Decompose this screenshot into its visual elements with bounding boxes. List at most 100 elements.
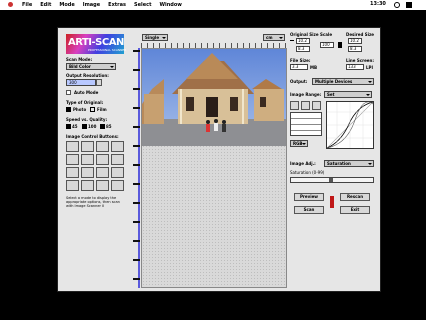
file-size-unit: MB <box>310 65 318 70</box>
desired-width-field[interactable]: 10.2 <box>348 38 362 44</box>
unit-select[interactable]: cm <box>263 34 285 41</box>
line-screen-label: Line Screen: <box>346 58 374 63</box>
measure-tool-icon[interactable] <box>111 167 124 178</box>
speed-option-3-radio[interactable] <box>100 124 105 129</box>
hand-tool-icon[interactable] <box>111 154 124 165</box>
image-control-label: Image Control Buttons: <box>66 134 119 139</box>
speed-quality-label: Speed vs. Quality: <box>66 117 108 122</box>
filter-tool-icon[interactable] <box>81 180 94 191</box>
eyedropper-white-icon[interactable] <box>312 101 321 110</box>
output-label: Output: <box>290 79 308 84</box>
chevron-down-icon <box>366 94 370 96</box>
menu-item-edit[interactable]: Edit <box>40 1 51 9</box>
menu-items: File Edit Mode Image Extras Select Window <box>22 1 182 9</box>
type-of-original-label: Type of Original: <box>66 100 104 105</box>
original-height-value: 8.3 <box>298 46 305 51</box>
eyedropper-black-icon[interactable] <box>290 101 299 110</box>
image-adj-value: Saturation <box>327 161 351 166</box>
output-select[interactable]: Multiple Devices <box>312 78 374 85</box>
arrow-tool-icon[interactable] <box>81 141 94 152</box>
image-adj-select[interactable]: Saturation <box>324 160 374 167</box>
image-adj-label: Image Adj.: <box>290 161 316 166</box>
output-resolution-field[interactable]: 300 <box>66 79 96 86</box>
scan-mode-value: Bild Color <box>69 64 91 69</box>
black-point-tool-icon[interactable] <box>66 167 79 178</box>
file-size-label: File Size: <box>290 58 311 63</box>
logo-subtitle: PROFESSIONAL SCANNER <box>88 48 127 52</box>
resolution-dropdown-button[interactable] <box>96 79 102 86</box>
preview-area[interactable] <box>141 48 287 288</box>
zoom-in-tool-icon[interactable] <box>66 141 79 152</box>
file-size-field: 3.3 <box>290 64 308 70</box>
scan-button[interactable]: Scan <box>294 206 324 214</box>
menu-item-mode[interactable]: Mode <box>59 1 74 9</box>
zoom-select[interactable]: Single <box>142 34 168 41</box>
desired-height-value: 8.3 <box>350 46 357 51</box>
sharpen-tool-icon[interactable] <box>96 180 109 191</box>
photo-radio[interactable] <box>66 107 71 112</box>
film-radio[interactable] <box>90 107 95 112</box>
invert-tool-icon[interactable] <box>111 180 124 191</box>
temple-photo <box>142 49 286 146</box>
apple-menu-icon[interactable] <box>8 2 13 7</box>
image-range-select[interactable]: Set <box>324 91 372 98</box>
zoom-value: Single <box>145 35 160 40</box>
speed-option-3: 85 <box>106 124 112 129</box>
scan-indicator-icon <box>330 196 334 208</box>
desired-height-field[interactable]: 8.3 <box>348 46 362 52</box>
output-resolution-label: Output Resolution: <box>66 73 109 78</box>
menu-clock: 13:30 <box>370 1 386 7</box>
help-icon[interactable] <box>394 2 400 8</box>
rotate-left-tool-icon[interactable] <box>66 154 79 165</box>
crop-tool-icon[interactable] <box>96 141 109 152</box>
image-control-grid <box>66 141 126 193</box>
eyedropper-gray-icon[interactable] <box>301 101 310 110</box>
chevron-down-icon <box>279 37 283 39</box>
exit-button[interactable]: Exit <box>340 206 370 214</box>
menu-item-window[interactable]: Window <box>159 1 181 9</box>
speed-option-1-radio[interactable] <box>66 124 71 129</box>
eyedropper-tool-icon[interactable] <box>81 154 94 165</box>
line-screen-field[interactable]: 133 <box>346 64 364 70</box>
rescan-button-label: Rescan <box>346 194 364 199</box>
scan-mode-label: Scan Mode: <box>66 57 93 62</box>
magnify-tool-icon[interactable] <box>111 141 124 152</box>
mirror-tool-icon[interactable] <box>81 167 94 178</box>
rescan-button[interactable]: Rescan <box>340 193 370 201</box>
menu-item-select[interactable]: Select <box>134 1 151 9</box>
desired-size-label: Desired Size <box>346 32 375 37</box>
logo-text: ARTI-SCAN <box>68 37 124 48</box>
color-tool-icon[interactable] <box>66 180 79 191</box>
scale-lock-icon[interactable] <box>338 42 342 48</box>
auto-mode-checkbox[interactable] <box>66 90 71 95</box>
saturation-slider-thumb[interactable] <box>329 178 333 182</box>
menu-item-image[interactable]: Image <box>83 1 100 9</box>
line-screen-unit: LPI <box>366 65 373 70</box>
scale-field[interactable]: 100 <box>320 42 334 48</box>
original-height-field[interactable]: 8.3 <box>296 46 310 52</box>
image-range-value: Set <box>327 92 335 97</box>
speed-option-1: 45 <box>72 124 78 129</box>
preview-button[interactable]: Preview <box>294 193 324 201</box>
saturation-slider[interactable] <box>290 177 374 183</box>
tone-curve-graph[interactable] <box>326 101 374 149</box>
app-icon[interactable] <box>406 2 412 8</box>
chevron-down-icon <box>162 37 166 39</box>
range-values-grid <box>290 112 322 136</box>
speed-option-2-radio[interactable] <box>82 124 87 129</box>
ruler-markers <box>133 50 140 286</box>
preview-image <box>142 49 286 146</box>
select-tool-icon[interactable] <box>96 167 109 178</box>
flip-tool-icon[interactable] <box>96 154 109 165</box>
original-width-field[interactable]: 10.2 <box>296 38 310 44</box>
scanner-window: ARTI-SCAN PROFESSIONAL SCANNER Scan Mode… <box>57 27 381 292</box>
menu-item-file[interactable]: File <box>22 1 32 9</box>
scan-mode-select[interactable]: Bild Color <box>66 63 116 70</box>
line-screen-value: 133 <box>348 64 356 69</box>
scan-button-label: Scan <box>303 207 315 212</box>
file-size-value: 3.3 <box>292 64 299 69</box>
footer-text: Select a mode to display the appropriate… <box>66 196 120 208</box>
menu-item-extras[interactable]: Extras <box>108 1 126 9</box>
speed-option-2: 100 <box>88 124 97 129</box>
rgb-select[interactable]: RGB <box>290 140 308 147</box>
